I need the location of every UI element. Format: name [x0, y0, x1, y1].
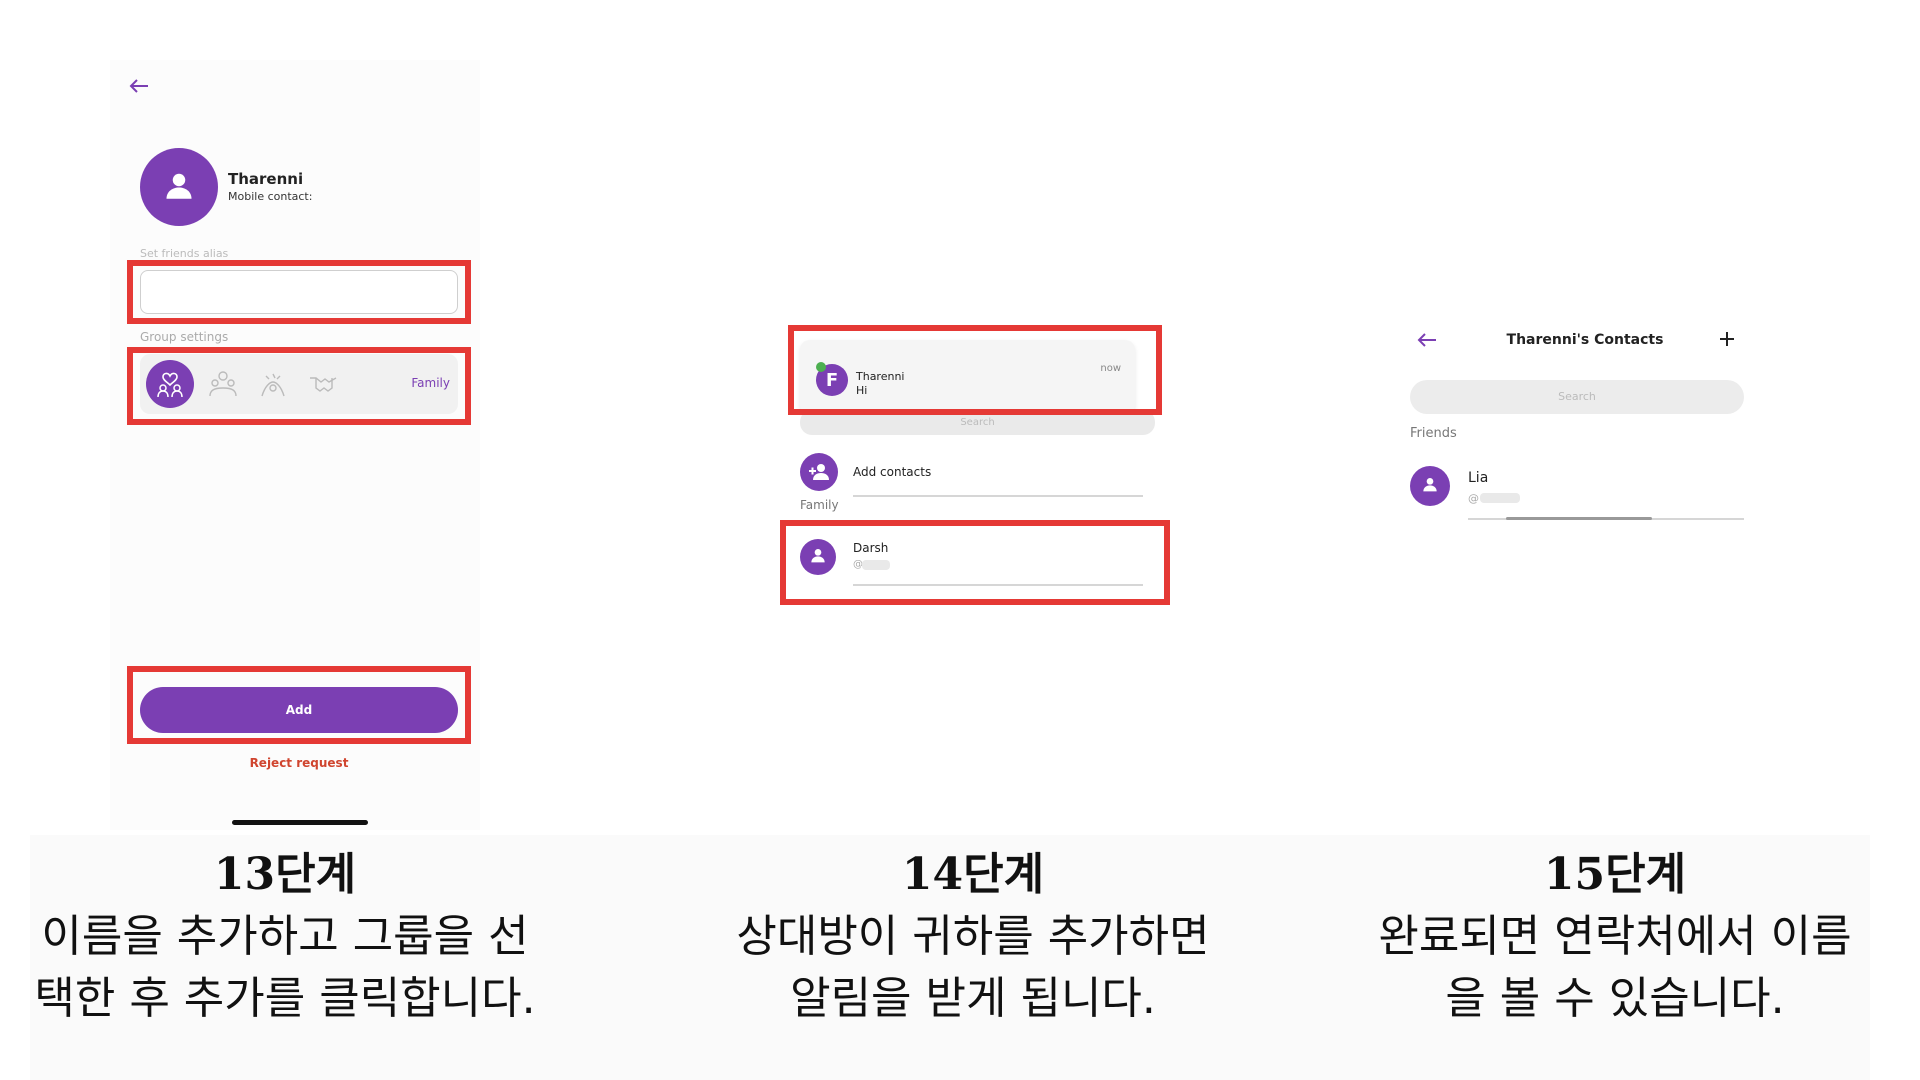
add-contacts-item[interactable]: Add contacts: [800, 447, 1155, 497]
highlight-group: [127, 347, 471, 425]
step-line-2: 을 볼 수 있습니다.: [1445, 973, 1785, 1024]
step-line-1: 완료되면 연락처에서 이름: [1378, 911, 1852, 962]
person-icon: [1422, 476, 1438, 496]
search-input[interactable]: Search: [1410, 380, 1744, 414]
avatar: [1410, 466, 1450, 506]
step-line-1: 이름을 추가하고 그룹을 선: [41, 911, 529, 962]
step-title: 13단계: [213, 849, 357, 900]
divider: [853, 495, 1143, 497]
panel-step-15: Tharenni's Contacts Search Friends Lia @: [1400, 320, 1770, 540]
contact-name: Tharenni: [228, 170, 304, 188]
contact-name: Lia: [1468, 470, 1489, 486]
group-header: Family: [800, 498, 839, 512]
contact-row-lia[interactable]: Lia @: [1410, 460, 1750, 524]
step-line-2: 택한 후 추가를 클릭합니다.: [34, 973, 536, 1024]
step-line-1: 상대방이 귀하를 추가하면: [736, 911, 1210, 962]
highlight-alias: [127, 260, 471, 324]
step-line-2: 알림을 받게 됩니다.: [790, 973, 1156, 1024]
step-title: 15단계: [1543, 849, 1687, 900]
section-header: Friends: [1410, 426, 1457, 441]
reject-request-link[interactable]: Reject request: [140, 756, 458, 770]
highlight-notification: [788, 325, 1162, 415]
contact-handle: @: [1468, 492, 1479, 505]
home-indicator: [232, 820, 368, 825]
person-icon: [164, 170, 194, 204]
blurred-handle: [1480, 493, 1520, 503]
scroll-indicator: [1506, 517, 1652, 520]
add-contacts-label: Add contacts: [853, 465, 932, 479]
plus-icon[interactable]: [1718, 330, 1736, 352]
page-title: Tharenni's Contacts: [1506, 332, 1664, 348]
alias-label: Set friends alias: [140, 247, 229, 260]
group-settings-label: Group settings: [140, 330, 229, 344]
step-title: 14단계: [901, 849, 1045, 900]
back-arrow-icon[interactable]: [128, 78, 150, 98]
contact-subtitle: Mobile contact:: [228, 190, 313, 203]
highlight-add: [127, 666, 471, 744]
back-arrow-icon[interactable]: [1416, 332, 1438, 352]
avatar: [140, 148, 218, 226]
highlight-darsh: [780, 520, 1170, 605]
add-contact-icon: [800, 453, 838, 491]
